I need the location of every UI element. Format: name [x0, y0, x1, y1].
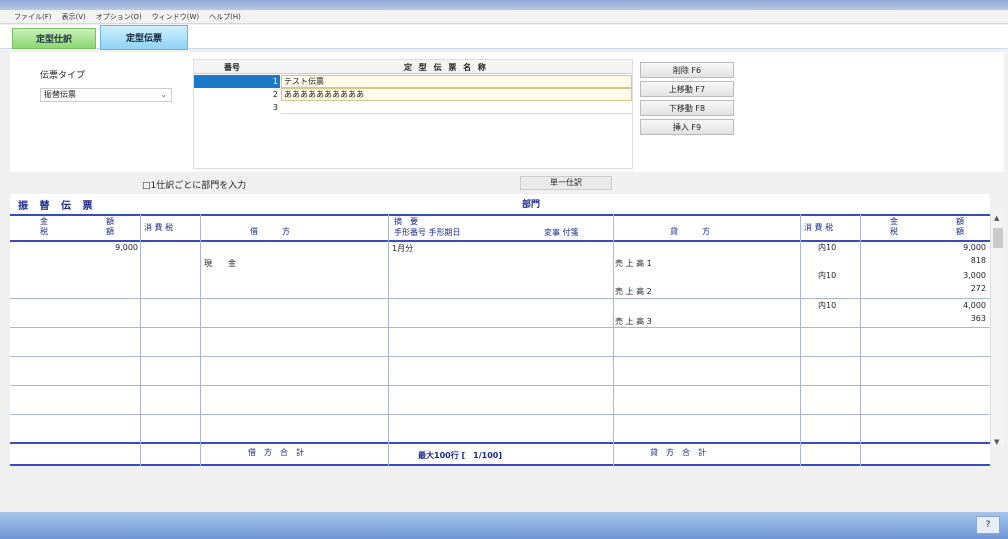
credit-account[interactable]: 売 上 高 3 — [615, 316, 652, 327]
grid-line — [10, 240, 990, 242]
credit-account[interactable]: 売 上 高 1 — [615, 258, 652, 269]
dept-per-entry-checkbox[interactable]: □1仕訳ごとに部門を入力 — [142, 178, 246, 191]
scroll-down-icon[interactable]: ▼ — [994, 438, 999, 446]
template-row-number: 2 — [272, 90, 278, 99]
voucher-type-select[interactable]: 振替伝票 ⌄ — [40, 88, 172, 102]
template-row-name[interactable]: テスト伝票 — [281, 75, 632, 88]
header-amount-3: 額 — [106, 227, 114, 236]
debit-account[interactable]: 現 金 — [204, 258, 236, 269]
tax-code[interactable]: 内10 — [818, 242, 836, 253]
grid-line — [10, 298, 990, 299]
template-row-number: 3 — [272, 103, 278, 112]
grid-line — [10, 414, 990, 415]
template-row-name[interactable] — [281, 101, 632, 114]
rows-info: 最大100行 [ 1/100] — [418, 451, 502, 460]
menu-bar: ファイル(F) 表示(V) オプション(O) ウィンドウ(W) ヘルプ(H) — [0, 10, 1008, 24]
chevron-down-icon: ⌄ — [160, 90, 167, 99]
voucher-grid: 振 替 伝 票 部門 金 税 額 額 消 費 税 借 方 摘 要 手形番号 手形… — [10, 194, 990, 466]
header-bill-info: 手形番号 手形期日 — [394, 228, 461, 237]
template-row[interactable]: 1 テスト伝票 — [194, 75, 632, 88]
credit-amount[interactable]: 9,000 — [890, 243, 986, 252]
tab-fixed-journal[interactable]: 定型仕訳 — [12, 28, 96, 49]
title-bar — [0, 0, 1008, 10]
vertical-scrollbar[interactable]: ▲ ▼ — [990, 214, 1004, 446]
single-entry-indicator: 単一仕訳 — [520, 176, 612, 190]
header-consumption-tax-left: 消 費 税 — [144, 223, 174, 232]
header-transfer: 変事 付箋 — [544, 228, 579, 237]
credit-total-label: 貸 方 合 計 — [650, 448, 706, 457]
credit-amount[interactable]: 3,000 — [890, 271, 986, 280]
header-debit: 借 方 — [250, 227, 290, 236]
template-row-number: 1 — [194, 75, 280, 88]
dept-label: 部門 — [522, 200, 541, 210]
template-row[interactable]: 3 — [194, 101, 632, 114]
header-tax-2: 税 — [890, 227, 898, 236]
grid-line — [10, 214, 990, 216]
tax-code[interactable]: 内10 — [818, 300, 836, 311]
header-consumption-tax-right: 消 費 税 — [804, 223, 834, 232]
debit-total-label: 借 方 合 計 — [248, 448, 304, 457]
credit-tax: 818 — [970, 256, 986, 265]
header-credit: 貸 方 — [670, 227, 710, 236]
menu-help[interactable]: ヘルプ(H) — [209, 12, 241, 22]
credit-tax: 363 — [970, 314, 986, 323]
template-list: 番号 定 型 伝 票 名 称 1 テスト伝票 2 ああああああああああ 3 — [193, 59, 633, 169]
template-list-header: 番号 定 型 伝 票 名 称 — [194, 60, 632, 74]
tax-code[interactable]: 内10 — [818, 270, 836, 281]
tab-fixed-voucher[interactable]: 定型伝票 — [100, 25, 188, 50]
insert-button[interactable]: 挿入 F9 — [640, 119, 734, 135]
summary-cell[interactable]: 1月分 — [392, 243, 413, 254]
header-amount-6: 額 — [956, 227, 964, 236]
menu-window[interactable]: ウィンドウ(W) — [152, 12, 199, 22]
grid-line — [10, 356, 990, 357]
template-row-name[interactable]: ああああああああああ — [281, 88, 632, 101]
grid-line — [800, 214, 801, 466]
credit-account[interactable]: 売 上 高 2 — [615, 286, 652, 297]
voucher-title: 振 替 伝 票 — [18, 201, 97, 212]
voucher-type-value: 振替伝票 — [44, 90, 76, 99]
header-name: 定 型 伝 票 名 称 — [404, 63, 488, 72]
grid-line — [613, 214, 614, 466]
credit-tax: 272 — [970, 284, 986, 293]
menu-view[interactable]: 表示(V) — [62, 12, 86, 22]
help-icon[interactable]: ? — [976, 516, 1000, 534]
tab-bar: 定型仕訳 定型伝票 — [0, 25, 1008, 50]
grid-line — [140, 214, 141, 466]
template-row[interactable]: 2 ああああああああああ — [194, 88, 632, 101]
function-key-bar — [0, 512, 1008, 539]
grid-line — [10, 442, 990, 444]
grid-line — [860, 214, 861, 466]
grid-line — [388, 214, 389, 466]
grid-line — [10, 464, 990, 466]
header-number: 番号 — [224, 63, 240, 72]
menu-file[interactable]: ファイル(F) — [14, 12, 52, 22]
voucher-type-label: 伝票タイプ — [40, 71, 86, 81]
scroll-thumb[interactable] — [993, 228, 1003, 248]
grid-line — [10, 385, 990, 386]
scroll-up-icon[interactable]: ▲ — [994, 214, 999, 222]
header-tax-1: 税 — [40, 227, 48, 236]
move-up-button[interactable]: 上移動 F7 — [640, 81, 734, 97]
menu-options[interactable]: オプション(O) — [96, 12, 142, 22]
grid-line — [200, 214, 201, 466]
delete-button[interactable]: 削除 F6 — [640, 62, 734, 78]
header-summary: 摘 要 — [394, 217, 418, 226]
credit-amount[interactable]: 4,000 — [890, 301, 986, 310]
move-down-button[interactable]: 下移動 F8 — [640, 100, 734, 116]
grid-line — [10, 327, 990, 328]
debit-amount[interactable]: 9,000 — [70, 243, 138, 252]
